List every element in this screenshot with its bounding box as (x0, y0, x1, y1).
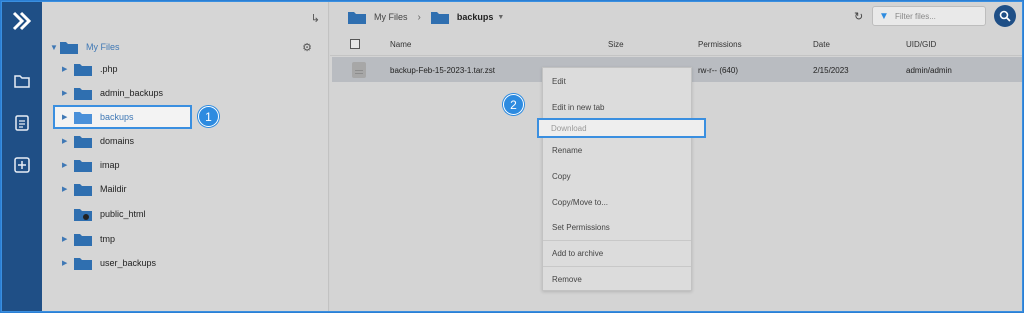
caret-right-icon[interactable]: ▶ (62, 259, 74, 267)
file-uid-gid: admin/admin (906, 66, 952, 75)
column-header-name[interactable]: Name (390, 40, 411, 49)
caret-right-icon[interactable]: ▶ (62, 185, 74, 193)
caret-right-icon[interactable]: ▶ (62, 113, 74, 121)
search-button[interactable] (994, 5, 1016, 27)
menu-item-download[interactable]: Download (537, 118, 706, 138)
app-frame: ↳ ▼ My Files ⚙ ▶ .php ▶ admin_backups ▶ … (1, 1, 1023, 312)
nav-rail (2, 2, 42, 311)
archive-file-icon (352, 62, 366, 78)
folder-icon[interactable] (13, 72, 31, 90)
tree-item-label: Maildir (100, 184, 127, 194)
folder-icon (74, 256, 92, 270)
breadcrumb-root[interactable]: My Files (374, 12, 408, 22)
folder-icon (74, 232, 92, 246)
tree-item-label: public_html (100, 209, 146, 219)
folder-tree-panel: ↳ ▼ My Files ⚙ ▶ .php ▶ admin_backups ▶ … (42, 2, 329, 311)
brand-logo-icon[interactable] (10, 10, 34, 34)
menu-divider (543, 240, 691, 241)
tree-item-label: user_backups (100, 258, 157, 268)
tree-root-label: My Files (86, 42, 120, 52)
tree-item-label: backups (100, 112, 134, 122)
collapse-panel-icon[interactable]: ↳ (311, 12, 320, 25)
callout-badge-1: 1 (198, 106, 219, 127)
column-header-date[interactable]: Date (813, 40, 830, 49)
menu-item-copy[interactable]: Copy (552, 172, 571, 181)
file-date: 2/15/2023 (813, 66, 849, 75)
add-box-icon[interactable] (13, 156, 31, 174)
tree-item-label: .php (100, 64, 118, 74)
tree-item-label: domains (100, 136, 135, 146)
caret-right-icon[interactable]: ▶ (62, 65, 74, 73)
tree-item-maildir[interactable]: ▶ Maildir (62, 178, 127, 200)
caret-right-icon[interactable]: ▶ (62, 235, 74, 243)
context-menu: Edit Edit in new tab Rename Copy Copy/Mo… (542, 67, 692, 291)
callout-badge-2: 2 (503, 94, 524, 115)
caret-down-icon[interactable]: ▼ (50, 43, 60, 52)
folder-icon (60, 40, 78, 54)
menu-item-remove[interactable]: Remove (552, 275, 582, 284)
menu-item-edit-new-tab[interactable]: Edit in new tab (552, 103, 604, 112)
search-icon (999, 10, 1011, 22)
tree-item-domains[interactable]: ▶ domains (62, 130, 134, 152)
folder-link-icon (74, 207, 92, 221)
chevron-down-icon[interactable]: ▼ (497, 14, 504, 21)
tree-item-tmp[interactable]: ▶ tmp (62, 228, 115, 250)
tree-item-label: tmp (100, 234, 116, 244)
folder-icon (74, 110, 92, 124)
gear-icon[interactable]: ⚙ (302, 41, 312, 54)
folder-icon (430, 10, 449, 24)
folder-icon (74, 86, 92, 100)
tree-root[interactable]: ▼ My Files (50, 40, 120, 54)
refresh-icon[interactable]: ↻ (854, 10, 863, 23)
table-header: Name Size Permissions Date UID/GID (330, 32, 1022, 56)
caret-right-icon[interactable]: ▶ (62, 137, 74, 145)
chevron-right-icon: › (417, 11, 421, 23)
tree-item-label: admin_backups (100, 88, 164, 98)
folder-icon (74, 158, 92, 172)
tree-item-user-backups[interactable]: ▶ user_backups (62, 252, 156, 274)
filter-input[interactable]: ▼ Filter files... (872, 6, 986, 26)
filter-funnel-icon: ▼ (879, 10, 889, 22)
tree-item-admin-backups[interactable]: ▶ admin_backups (62, 82, 163, 104)
menu-item-add-to-archive[interactable]: Add to archive (552, 249, 603, 258)
breadcrumb-current[interactable]: backups (457, 12, 494, 22)
tree-item-imap[interactable]: ▶ imap (62, 154, 120, 176)
column-header-uid-gid[interactable]: UID/GID (906, 40, 936, 49)
folder-icon (74, 62, 92, 76)
filter-placeholder: Filter files... (895, 11, 936, 21)
document-icon[interactable] (13, 114, 31, 132)
column-header-size[interactable]: Size (608, 40, 624, 49)
menu-divider (543, 266, 691, 267)
caret-right-icon[interactable]: ▶ (62, 161, 74, 169)
select-all-checkbox[interactable] (350, 39, 360, 49)
file-name: backup-Feb-15-2023-1.tar.zst (390, 66, 495, 75)
tree-item-public-html[interactable]: public_html (62, 203, 146, 225)
file-permissions: rw-r-- (640) (698, 66, 738, 75)
folder-icon (348, 10, 366, 24)
menu-item-copy-move[interactable]: Copy/Move to... (552, 198, 608, 207)
breadcrumb: My Files › backups ▼ (348, 8, 504, 26)
folder-icon (74, 134, 92, 148)
column-header-permissions[interactable]: Permissions (698, 40, 742, 49)
menu-item-edit[interactable]: Edit (552, 77, 566, 86)
tree-item-label: imap (100, 160, 120, 170)
menu-item-rename[interactable]: Rename (552, 146, 582, 155)
folder-icon (74, 182, 92, 196)
tree-item-backups[interactable]: ▶ backups (62, 106, 134, 128)
caret-right-icon[interactable]: ▶ (62, 89, 74, 97)
menu-item-set-permissions[interactable]: Set Permissions (552, 223, 610, 232)
tree-item-php[interactable]: ▶ .php (62, 58, 118, 80)
menu-item-download-label: Download (551, 124, 587, 133)
